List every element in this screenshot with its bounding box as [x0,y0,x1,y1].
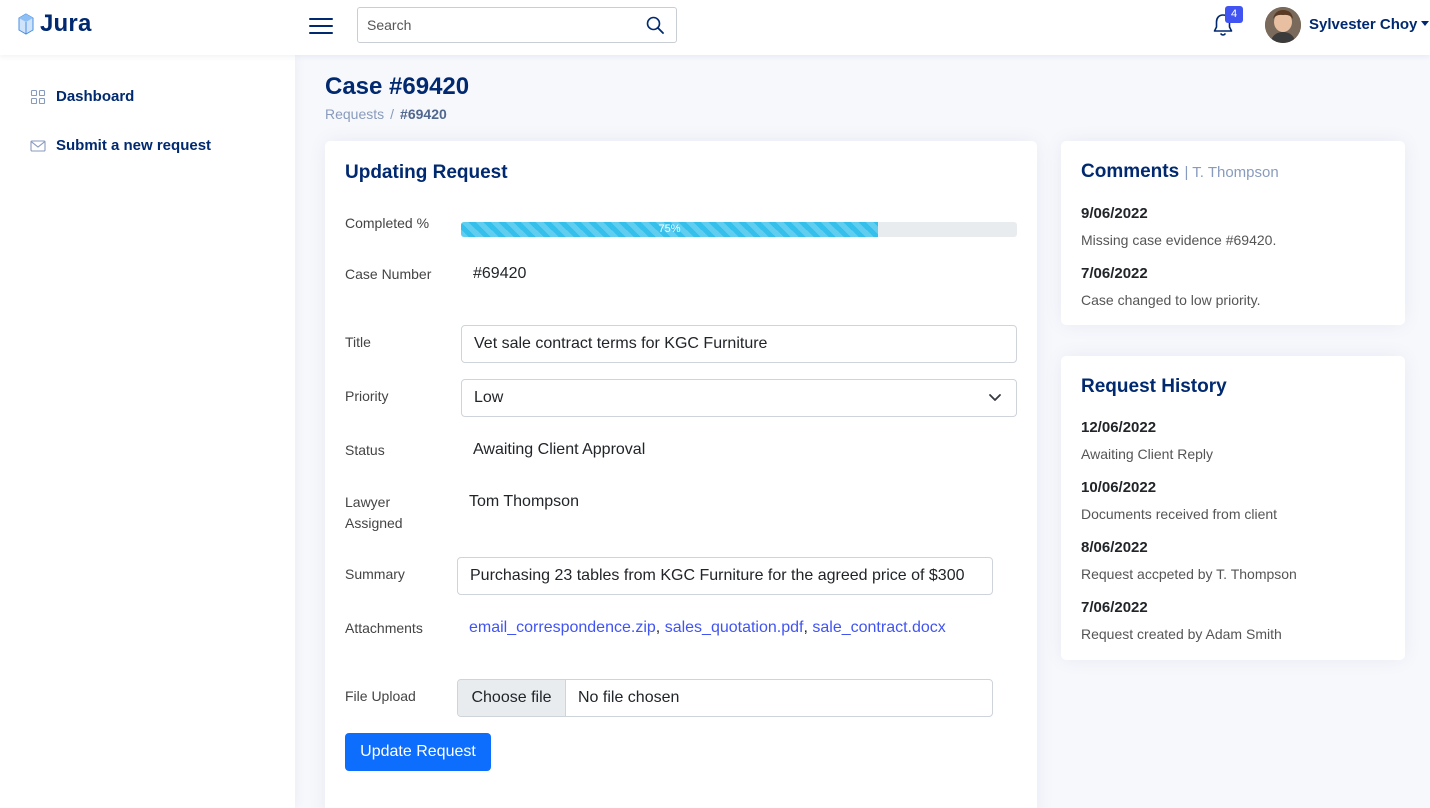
history-date: 8/06/2022 [1081,539,1148,556]
avatar-image [1265,7,1301,43]
progress-bar: 75% [461,222,1017,237]
completed-label: Completed % [345,215,430,231]
attachments-label: Attachments [345,620,423,636]
priority-select[interactable]: Low [461,379,1017,417]
choose-file-button[interactable]: Choose file [458,680,566,716]
progress-fill: 75% [461,222,878,237]
logo-icon [18,13,34,35]
status-value: Awaiting Client Approval [473,441,646,458]
breadcrumb-parent-link[interactable]: Requests [325,106,384,122]
history-text: Awaiting Client Reply [1081,446,1214,462]
breadcrumb-current: #69420 [400,106,447,122]
sidebar: Dashboard Submit a new request [0,55,295,808]
comments-heading: Comments [1081,161,1180,182]
sidebar-item-dashboard[interactable]: Dashboard [30,88,134,105]
top-header: Jura 4 Sylvester Choy [0,0,1430,55]
attachment-separator: , [803,619,808,636]
lawyer-value: Tom Thompson [469,493,579,510]
history-date: 7/06/2022 [1081,599,1148,616]
lawyer-label: Lawyer Assigned [345,494,403,531]
update-request-button[interactable]: Update Request [345,733,491,771]
title-label: Title [345,334,371,350]
card-title: Updating Request [345,162,508,183]
summary-label: Summary [345,566,405,582]
menu-line [309,32,333,34]
update-request-card: Updating Request Completed % 75% Case Nu… [325,141,1037,808]
menu-line [309,18,333,20]
comments-author: | T. Thompson [1184,164,1279,181]
envelope-icon [30,139,46,152]
attachments-list: email_correspondence.zip, sales_quotatio… [469,619,946,637]
history-text: Documents received from client [1081,506,1278,522]
comment-date: 9/06/2022 [1081,205,1148,222]
comments-title: Comments | T. Thompson [1081,161,1279,183]
search-icon[interactable] [646,16,664,34]
history-title: Request History [1081,376,1227,397]
sidebar-item-label: Dashboard [56,88,135,105]
avatar[interactable] [1265,7,1301,43]
comment-text: Missing case evidence #69420. [1081,232,1277,248]
priority-selected-value: Low [474,389,504,406]
brand-name: Jura [40,10,92,37]
menu-line [309,25,333,27]
priority-label: Priority [345,388,389,404]
file-status-text: No file chosen [578,689,680,706]
attachment-link[interactable]: sales_quotation.pdf [665,619,804,636]
hamburger-menu-button[interactable] [309,14,333,36]
comment-text: Case changed to low priority. [1081,292,1261,308]
breadcrumb: Requests / #69420 [325,106,447,122]
comments-card: Comments | T. Thompson 9/06/2022 Missing… [1061,141,1405,325]
title-input[interactable] [461,325,1017,363]
attachment-link[interactable]: sale_contract.docx [812,619,945,636]
sidebar-item-submit-request[interactable]: Submit a new request [30,137,211,154]
status-label: Status [345,442,385,458]
page-title: Case #69420 [325,73,470,100]
case-number-value: #69420 [473,265,527,282]
brand-logo[interactable]: Jura [18,10,92,38]
user-menu-toggle[interactable]: Sylvester Choy [1309,16,1430,33]
notification-badge: 4 [1225,6,1243,23]
request-history-card: Request History 12/06/2022 Awaiting Clie… [1061,356,1405,660]
breadcrumb-separator: / [390,106,395,122]
search-input[interactable] [358,8,628,42]
grid-icon [30,89,46,104]
search-box [357,7,677,43]
attachment-separator: , [655,619,661,636]
attachment-link[interactable]: email_correspondence.zip [469,619,656,636]
history-date: 10/06/2022 [1081,479,1157,496]
caret-down-icon [1421,21,1430,26]
sidebar-item-label: Submit a new request [56,137,212,154]
file-upload-label: File Upload [345,688,416,704]
case-number-label: Case Number [345,266,432,282]
history-date: 12/06/2022 [1081,419,1157,436]
comment-date: 7/06/2022 [1081,265,1148,282]
chevron-down-icon [989,394,1001,401]
user-name: Sylvester Choy [1309,16,1418,33]
history-text: Request created by Adam Smith [1081,626,1282,642]
file-upload-input[interactable]: Choose file No file chosen [457,679,993,717]
summary-input[interactable] [457,557,993,595]
history-text: Request accpeted by T. Thompson [1081,566,1297,582]
